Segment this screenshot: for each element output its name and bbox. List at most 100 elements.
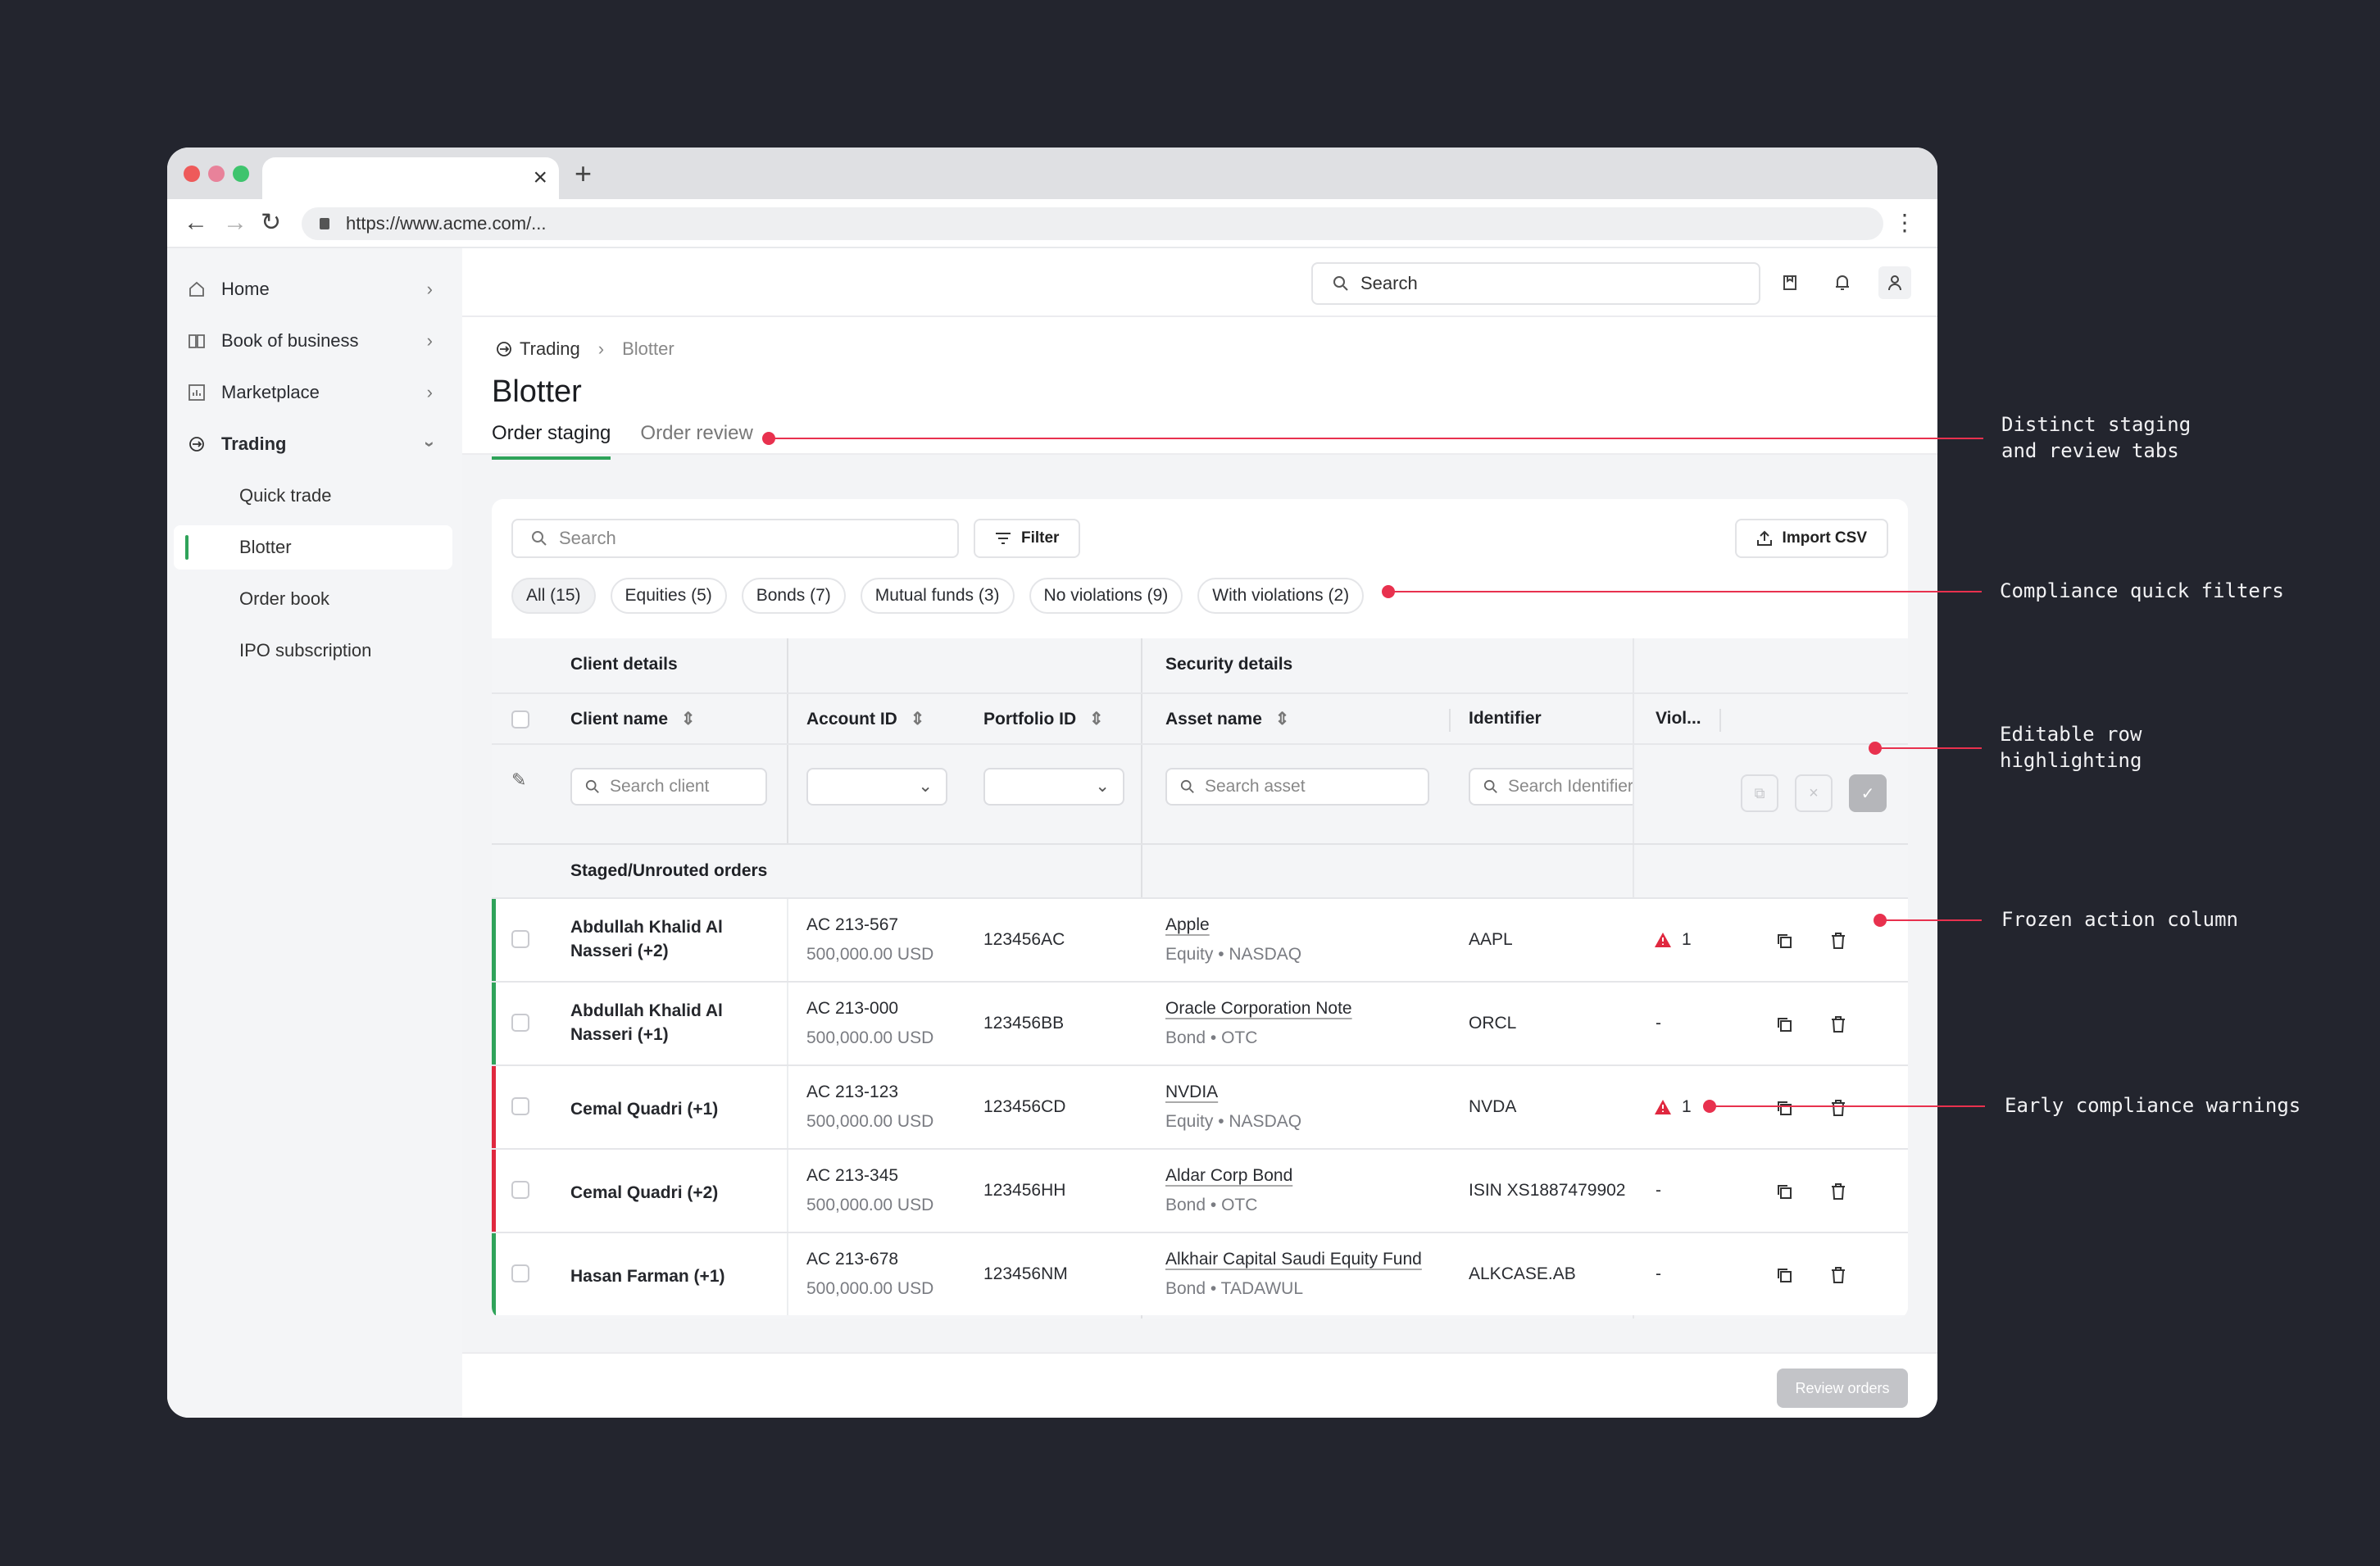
minimize-window-dot[interactable]	[208, 166, 225, 182]
import-label: Import CSV	[1782, 529, 1867, 547]
client-name[interactable]: Cemal Quadri (+2)	[570, 1181, 775, 1205]
client-name[interactable]: Cemal Quadri (+1)	[570, 1097, 775, 1121]
asset-filter-input[interactable]: Search asset	[1165, 768, 1429, 806]
col-asset-name[interactable]: Asset name ⇕	[1165, 709, 1289, 729]
sidebar-subitem-ipo-subscription[interactable]: IPO subscription	[174, 629, 452, 673]
sort-icon[interactable]: ⇕	[681, 710, 696, 729]
tab-close-icon[interactable]: ×	[533, 164, 547, 192]
col-portfolio-id[interactable]: Portfolio ID ⇕	[983, 709, 1104, 729]
url-field[interactable]: https://www.acme.com/...	[302, 207, 1883, 240]
row-checkbox[interactable]	[511, 930, 529, 948]
sidebar-item-book-of-business[interactable]: Book of business ›	[187, 320, 443, 362]
table-row[interactable]: Hasan Farman (+1) AC 213-678 500,000.00 US…	[492, 1232, 1908, 1315]
asset-name-link[interactable]: NVDIA	[1165, 1083, 1218, 1102]
col-client-name[interactable]: Client name ⇕	[570, 709, 695, 729]
close-window-dot[interactable]	[184, 166, 200, 182]
chip-bonds[interactable]: Bonds (7)	[741, 578, 846, 614]
warning-icon[interactable]	[1654, 932, 1672, 948]
col-violations[interactable]: Viol...	[1656, 709, 1701, 729]
asset-name-link[interactable]: Alkhair Capital Saudi Equity Fund	[1165, 1250, 1422, 1269]
asset-name-link[interactable]: Oracle Corporation Note	[1165, 999, 1352, 1019]
row-checkbox[interactable]	[511, 1181, 529, 1199]
row-checkbox[interactable]	[511, 1264, 529, 1282]
sidebar-item-label: Trading	[221, 433, 287, 454]
asset-name-link[interactable]: Apple	[1165, 915, 1210, 935]
select-all-checkbox[interactable]	[511, 710, 529, 729]
chip-with-violations[interactable]: With violations (2)	[1197, 578, 1365, 614]
duplicate-icon[interactable]	[1772, 928, 1796, 953]
asset-name-link[interactable]: Aldar Corp Bond	[1165, 1166, 1292, 1186]
breadcrumb-trading-link[interactable]: Trading	[520, 338, 580, 360]
browser-tab[interactable]: ×	[262, 157, 559, 199]
edit-icon[interactable]: ✎	[511, 769, 526, 791]
tab-order-staging[interactable]: Order staging	[492, 422, 611, 460]
sidebar: Home › Book of business › Marketplace › …	[167, 248, 462, 1418]
bell-icon[interactable]	[1826, 266, 1859, 299]
chip-mutual-funds[interactable]: Mutual funds (3)	[860, 578, 1015, 614]
forward-icon[interactable]: →	[223, 209, 248, 237]
chip-equities[interactable]: Equities (5)	[610, 578, 727, 614]
table-row[interactable]: Cemal Quadri (+1) AC 213-123 500,000.00 US…	[492, 1064, 1908, 1148]
client-name[interactable]: Abdullah Khalid Al Nasseri (+1)	[570, 999, 775, 1046]
chip-no-violations[interactable]: No violations (9)	[1029, 578, 1183, 614]
col-label: Account ID	[806, 710, 897, 729]
bookmark-icon[interactable]	[1774, 266, 1806, 299]
sidebar-subitem-order-book[interactable]: Order book	[174, 577, 452, 621]
account-amount: 500,000.00 USD	[806, 1028, 934, 1047]
identifier-filter-input[interactable]: Search Identifier	[1469, 768, 1633, 806]
user-icon[interactable]	[1878, 266, 1911, 299]
warning-icon[interactable]	[1654, 1099, 1672, 1115]
client-name[interactable]: Abdullah Khalid Al Nasseri (+2)	[570, 915, 775, 963]
section-row: Staged/Unrouted orders	[492, 843, 1908, 897]
sidebar-item-trading[interactable]: Trading ›	[187, 423, 443, 465]
browser-menu-icon[interactable]: ⋮	[1893, 211, 1916, 235]
import-csv-button[interactable]: Import CSV	[1734, 519, 1888, 558]
duplicate-icon[interactable]	[1772, 1012, 1796, 1037]
duplicate-icon[interactable]	[1772, 1263, 1796, 1287]
duplicate-button[interactable]: ⧉	[1741, 774, 1778, 812]
sidebar-subitem-quick-trade[interactable]: Quick trade	[174, 474, 452, 518]
delete-icon[interactable]	[1826, 1263, 1851, 1287]
confirm-edit-button[interactable]: ✓	[1849, 774, 1887, 812]
client-filter-input[interactable]: Search client	[570, 768, 767, 806]
review-orders-button[interactable]: Review orders	[1777, 1369, 1908, 1408]
annotation-text: Early compliance warnings	[2005, 1094, 2301, 1117]
delete-icon[interactable]	[1826, 1012, 1851, 1037]
row-checkbox[interactable]	[511, 1097, 529, 1115]
tab-order-review[interactable]: Order review	[640, 422, 752, 460]
filter-placeholder: Search Identifier	[1508, 777, 1633, 796]
row-checkbox[interactable]	[511, 1014, 529, 1032]
sort-icon[interactable]: ⇕	[1275, 710, 1290, 729]
search-icon	[1333, 276, 1348, 291]
delete-icon[interactable]	[1826, 1179, 1851, 1204]
cancel-edit-button[interactable]: ×	[1795, 774, 1833, 812]
table-search-input[interactable]: Search	[511, 519, 959, 558]
reload-icon[interactable]: ↻	[261, 209, 281, 237]
global-search-input[interactable]: Search	[1311, 262, 1760, 305]
maximize-window-dot[interactable]	[233, 166, 249, 182]
sort-icon[interactable]: ⇕	[1089, 710, 1104, 729]
asset-meta: Equity • NASDAQ	[1165, 1112, 1302, 1131]
sort-icon[interactable]: ⇕	[911, 710, 925, 729]
account-filter-select[interactable]: ⌄	[806, 768, 947, 806]
portfolio-filter-select[interactable]: ⌄	[983, 768, 1124, 806]
delete-icon[interactable]	[1826, 928, 1851, 953]
chevron-down-icon: ⌄	[918, 777, 933, 796]
sidebar-item-marketplace[interactable]: Marketplace ›	[187, 371, 443, 414]
duplicate-icon[interactable]	[1772, 1096, 1796, 1120]
col-account-id[interactable]: Account ID ⇕	[806, 709, 924, 729]
sidebar-item-home[interactable]: Home ›	[187, 268, 443, 311]
col-identifier[interactable]: Identifier	[1469, 709, 1542, 729]
delete-icon[interactable]	[1826, 1096, 1851, 1120]
table-row[interactable]: Abdullah Khalid Al Nasseri (+1) AC 213-00…	[492, 981, 1908, 1064]
table-row[interactable]: Cemal Quadri (+2) AC 213-345 500,000.00 US…	[492, 1148, 1908, 1232]
duplicate-icon[interactable]	[1772, 1179, 1796, 1204]
filter-button[interactable]: Filter	[974, 519, 1081, 558]
search-icon	[1180, 779, 1194, 793]
sidebar-subitem-blotter[interactable]: Blotter	[174, 525, 452, 570]
chip-all[interactable]: All (15)	[511, 578, 596, 614]
new-tab-icon[interactable]: +	[575, 157, 592, 190]
back-icon[interactable]: ←	[184, 209, 208, 237]
table-row[interactable]: Abdullah Khalid Al Nasseri (+2) AC 213-56…	[492, 897, 1908, 981]
client-name[interactable]: Hasan Farman (+1)	[570, 1264, 775, 1288]
